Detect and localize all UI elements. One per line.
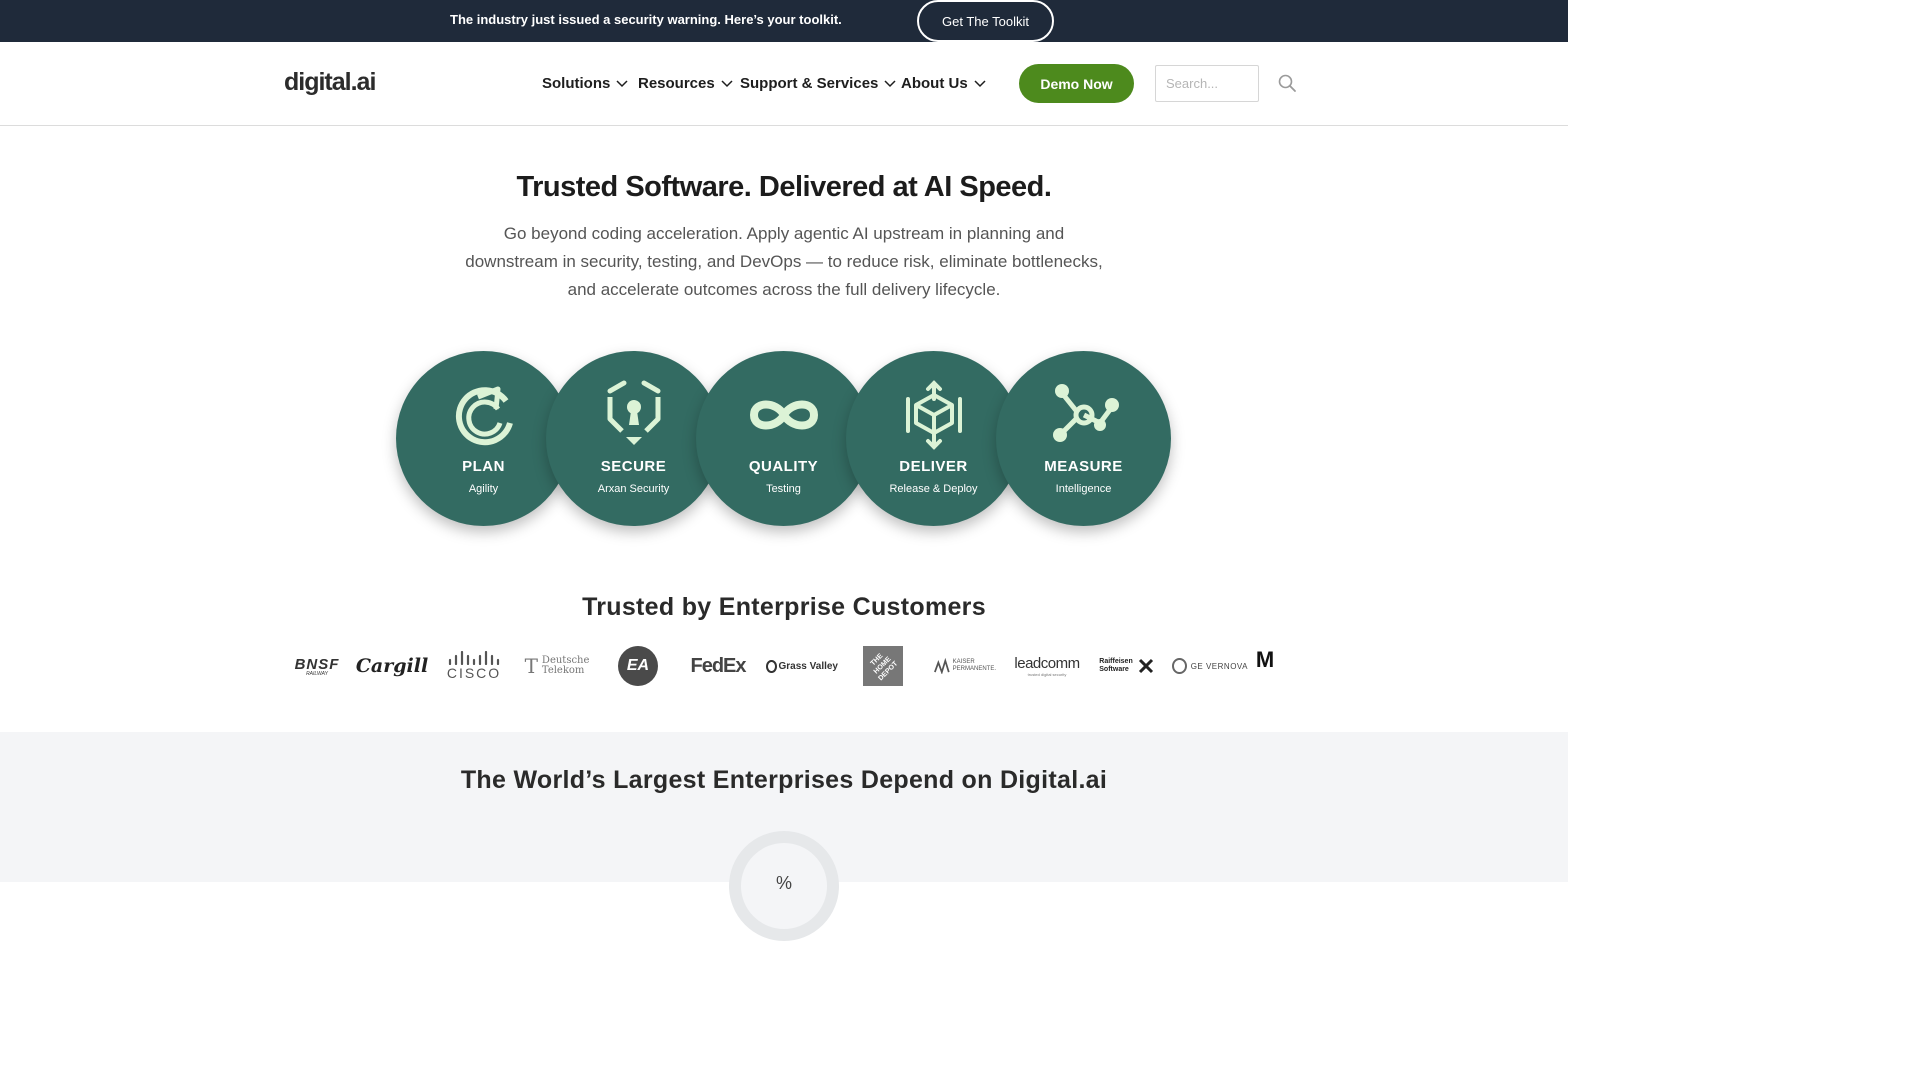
search-icon[interactable] (1277, 73, 1297, 93)
nav-about-label: About Us (901, 75, 968, 92)
nav-about-us[interactable]: About Us (901, 75, 986, 92)
banner-text: The industry just issued a security warn… (450, 12, 842, 27)
pillar-quality[interactable]: QUALITY Testing (696, 351, 871, 526)
stat-symbol: % (775, 873, 792, 893)
pillar-plan-subtitle: Agility (468, 483, 499, 495)
customer-logo-bnsf: BNSF RAILWAY (294, 655, 340, 677)
customer-logo-kaiser: KAISER PERMANENTE. (934, 645, 996, 687)
shield-lock-icon (607, 380, 661, 445)
cube-arrows-icon (906, 380, 962, 450)
nav-resources[interactable]: Resources (638, 75, 733, 92)
pillar-plan[interactable]: PLAN Agility (396, 351, 571, 526)
customer-logo-m: M (1255, 647, 1275, 672)
raiffeisen-mark (1138, 658, 1153, 674)
customer-logo-deutsche-telekom: T Deutsche Telekom (524, 654, 590, 678)
announcement-banner: The industry just issued a security warn… (0, 0, 1568, 42)
customer-logo-raiffeisen: Raiffeisen Software (1098, 645, 1156, 687)
pillar-quality-title: QUALITY (748, 458, 819, 475)
customer-logo-grass-valley: Grass Valley (766, 645, 838, 687)
get-toolkit-button[interactable]: Get The Toolkit (917, 0, 1054, 42)
kaiser-mark (934, 658, 950, 674)
cisco-bars (448, 651, 500, 665)
chevron-down-icon (974, 79, 986, 87)
search-input[interactable] (1155, 65, 1259, 102)
pillar-deliver[interactable]: DELIVER Release & Deploy (846, 351, 1021, 526)
pillar-measure[interactable]: MEASURE Intelligence (996, 351, 1171, 526)
customer-logo-home-depot: THE HOME DEPOT (862, 645, 904, 687)
nav-solutions[interactable]: Solutions (542, 75, 628, 92)
hero-title: Trusted Software. Delivered at AI Speed. (516, 171, 1052, 203)
pillar-deliver-title: DELIVER (899, 458, 968, 475)
stat-ring: % (729, 831, 839, 941)
demo-now-button[interactable]: Demo Now (1019, 64, 1134, 103)
customer-logo-fedex: FedEx (690, 654, 746, 677)
chevron-down-icon (721, 79, 733, 87)
pillar-measure-subtitle: Intelligence (1055, 483, 1112, 495)
plan-icon (455, 386, 513, 446)
infinity-icon (749, 400, 819, 430)
customers-title: Trusted by Enterprise Customers (582, 593, 986, 621)
nav-resources-label: Resources (638, 75, 715, 92)
chevron-down-icon (616, 79, 628, 87)
customer-logo-ge-vernova: GE VERNOVA (1172, 645, 1248, 687)
customer-logo-cargill: Cargill (355, 655, 429, 677)
pillar-secure[interactable]: SECURE Arxan Security (546, 351, 721, 526)
customer-logo-leadcomm: leadcomm trusted digital security (1014, 655, 1080, 677)
hero-subtitle: Go beyond coding acceleration. Apply age… (465, 224, 1103, 299)
pillar-plan-title: PLAN (462, 458, 505, 475)
pillar-quality-subtitle: Testing (766, 483, 801, 495)
nav-support-label: Support & Services (740, 75, 879, 92)
pillar-measure-title: MEASURE (1044, 458, 1123, 475)
pillar-secure-subtitle: Arxan Security (597, 483, 670, 495)
pillar-deliver-subtitle: Release & Deploy (889, 483, 978, 495)
customer-logo-cisco: CISCO (444, 645, 504, 687)
nav-support-services[interactable]: Support & Services (740, 75, 896, 92)
nav-solutions-label: Solutions (542, 75, 611, 92)
digital-ai-logo[interactable]: digital.ai (284, 68, 376, 97)
network-nodes-icon (1053, 384, 1119, 442)
site-header: digital.ai Solutions Resources Support &… (0, 42, 1568, 126)
customer-logo-ea: EA (617, 645, 659, 687)
pillar-secure-title: SECURE (600, 458, 667, 475)
chevron-down-icon (884, 79, 896, 87)
enterprise-title: The World’s Largest Enterprises Depend o… (460, 766, 1108, 794)
